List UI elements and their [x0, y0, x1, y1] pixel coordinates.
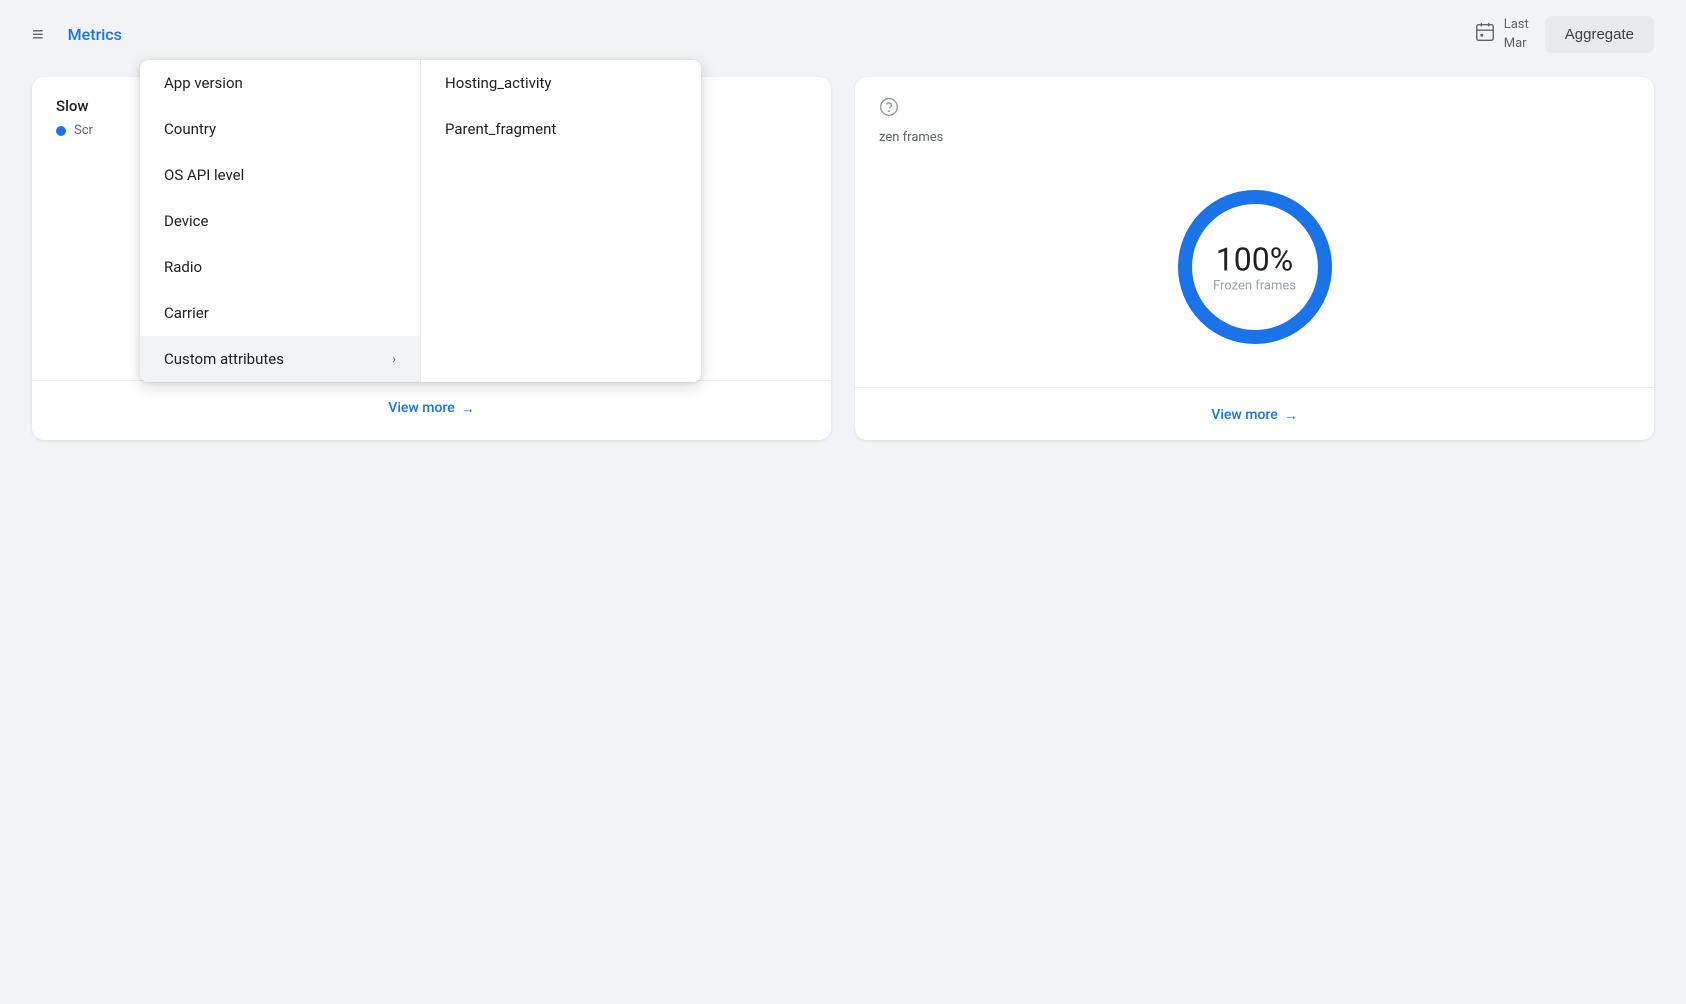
menu-item-custom-attributes[interactable]: Custom attributes › — [140, 336, 420, 382]
menu-item-label-parent-fragment: Parent_fragment — [445, 120, 556, 138]
chevron-right-icon: › — [392, 352, 396, 366]
menu-item-label-radio: Radio — [164, 258, 202, 276]
menu-right-column: Hosting_activity Parent_fragment — [421, 60, 701, 382]
menu-item-label-hosting-activity: Hosting_activity — [445, 74, 552, 92]
menu-item-label-os-api-level: OS API level — [164, 166, 244, 184]
dropdown-backdrop: App version Country OS API level Device … — [0, 0, 1686, 1004]
menu-left-column: App version Country OS API level Device … — [140, 60, 420, 382]
menu-item-label-country: Country — [164, 120, 216, 138]
menu-item-device[interactable]: Device — [140, 198, 420, 244]
dropdown-menu: App version Country OS API level Device … — [140, 60, 701, 382]
menu-item-label-custom-attributes: Custom attributes — [164, 350, 284, 368]
menu-item-hosting-activity[interactable]: Hosting_activity — [421, 60, 701, 106]
menu-item-parent-fragment[interactable]: Parent_fragment — [421, 106, 701, 152]
menu-item-country[interactable]: Country — [140, 106, 420, 152]
menu-item-label-carrier: Carrier — [164, 304, 209, 322]
menu-item-carrier[interactable]: Carrier — [140, 290, 420, 336]
menu-item-label-device: Device — [164, 212, 208, 230]
menu-item-app-version[interactable]: App version — [140, 60, 420, 106]
menu-item-os-api-level[interactable]: OS API level — [140, 152, 420, 198]
menu-item-label-app-version: App version — [164, 74, 243, 92]
menu-item-radio[interactable]: Radio — [140, 244, 420, 290]
